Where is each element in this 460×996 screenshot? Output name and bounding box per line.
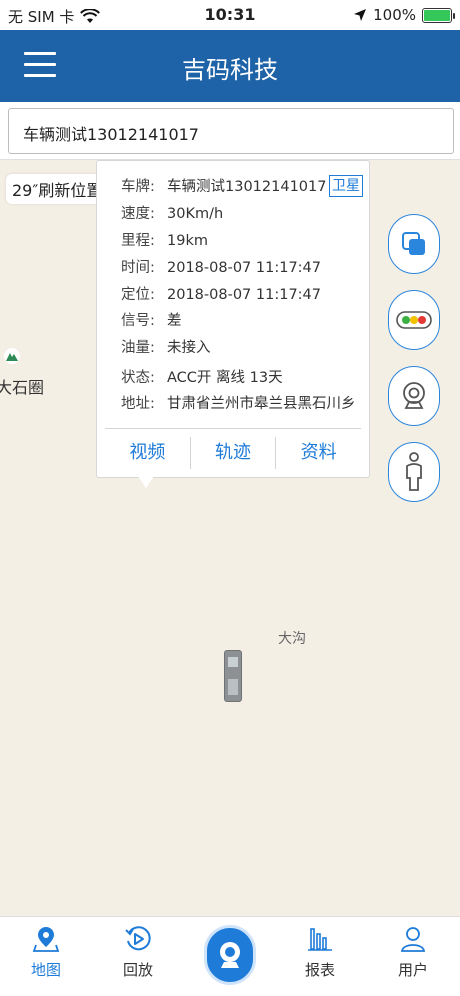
refresh-countdown[interactable]: 29″刷新位置 [6, 174, 109, 204]
person-icon [406, 452, 422, 491]
traffic-light-icon [396, 311, 432, 329]
search-bar: 车辆测试13012141017 [0, 102, 460, 160]
bottom-tab-bar: 地图 回放 报表 用户 [0, 916, 460, 996]
tab-playback[interactable]: 回放 [108, 925, 168, 980]
tab-report[interactable]: 报表 [290, 925, 350, 980]
mountain-icon [4, 348, 20, 364]
satellite-toggle[interactable]: 卫星 [329, 175, 363, 197]
page-title: 吉码科技 [182, 56, 278, 84]
info-row-speed: 速度: 30Km/h [121, 206, 224, 222]
webcam-icon [403, 382, 425, 409]
info-row-status: 状态: ACC开 离线 13天 [121, 370, 283, 386]
card-divider [105, 428, 361, 429]
status-right: 100% [353, 6, 455, 24]
info-row-locate: 定位: 2018-08-07 11:17:47 [121, 287, 321, 303]
layers-icon [402, 232, 425, 255]
tab-user[interactable]: 用户 [383, 925, 443, 980]
playback-icon [125, 926, 151, 951]
tab-map-label: 地图 [30, 961, 61, 979]
vehicle-info-popup: 车牌: 车辆测试13012141017 卫星 速度: 30Km/h 里程: 19km … [96, 160, 370, 478]
camera-button[interactable] [388, 366, 440, 426]
layers-button[interactable] [388, 214, 440, 274]
battery-percent: 100% [373, 6, 416, 24]
map-place-label: 大沟 [278, 631, 306, 647]
popup-pointer [138, 476, 154, 488]
bar-chart-icon [308, 928, 332, 951]
battery-icon [422, 7, 455, 23]
vehicle-marker[interactable] [224, 650, 242, 702]
location-arrow-icon [354, 9, 367, 21]
map-pin-icon [32, 927, 60, 952]
traffic-button[interactable] [388, 290, 440, 350]
info-row-signal: 信号: 差 [121, 313, 182, 329]
battery-level [424, 9, 450, 21]
user-icon [400, 927, 426, 952]
center-camera-button[interactable] [204, 925, 256, 985]
info-button[interactable]: 资料 [276, 435, 361, 471]
tab-map[interactable]: 地图 [16, 925, 76, 980]
info-row-time: 时间: 2018-08-07 11:17:47 [121, 260, 321, 276]
vehicle-search-input[interactable]: 车辆测试13012141017 [8, 108, 454, 154]
webcam-icon [220, 942, 240, 968]
map-poi-label: 大石圈 [0, 378, 45, 397]
video-button[interactable]: 视频 [105, 435, 190, 471]
card-actions: 视频 轨迹 资料 [105, 435, 361, 471]
tab-report-label: 报表 [304, 961, 335, 979]
person-button[interactable] [388, 442, 440, 502]
tab-user-label: 用户 [397, 961, 428, 979]
info-row-fuel: 油量: 未接入 [121, 340, 211, 356]
tab-playback-label: 回放 [122, 961, 153, 979]
app-header: 吉码科技 [0, 30, 460, 102]
info-row-mileage: 里程: 19km [121, 233, 208, 249]
info-row-plate: 车牌: 车辆测试13012141017 [121, 179, 327, 195]
info-row-address: 地址: 甘肃省兰州市皋兰县黑石川乡 [121, 396, 356, 412]
status-bar: 无 SIM 卡 10:31 100% [0, 0, 460, 30]
track-button[interactable]: 轨迹 [191, 435, 276, 471]
